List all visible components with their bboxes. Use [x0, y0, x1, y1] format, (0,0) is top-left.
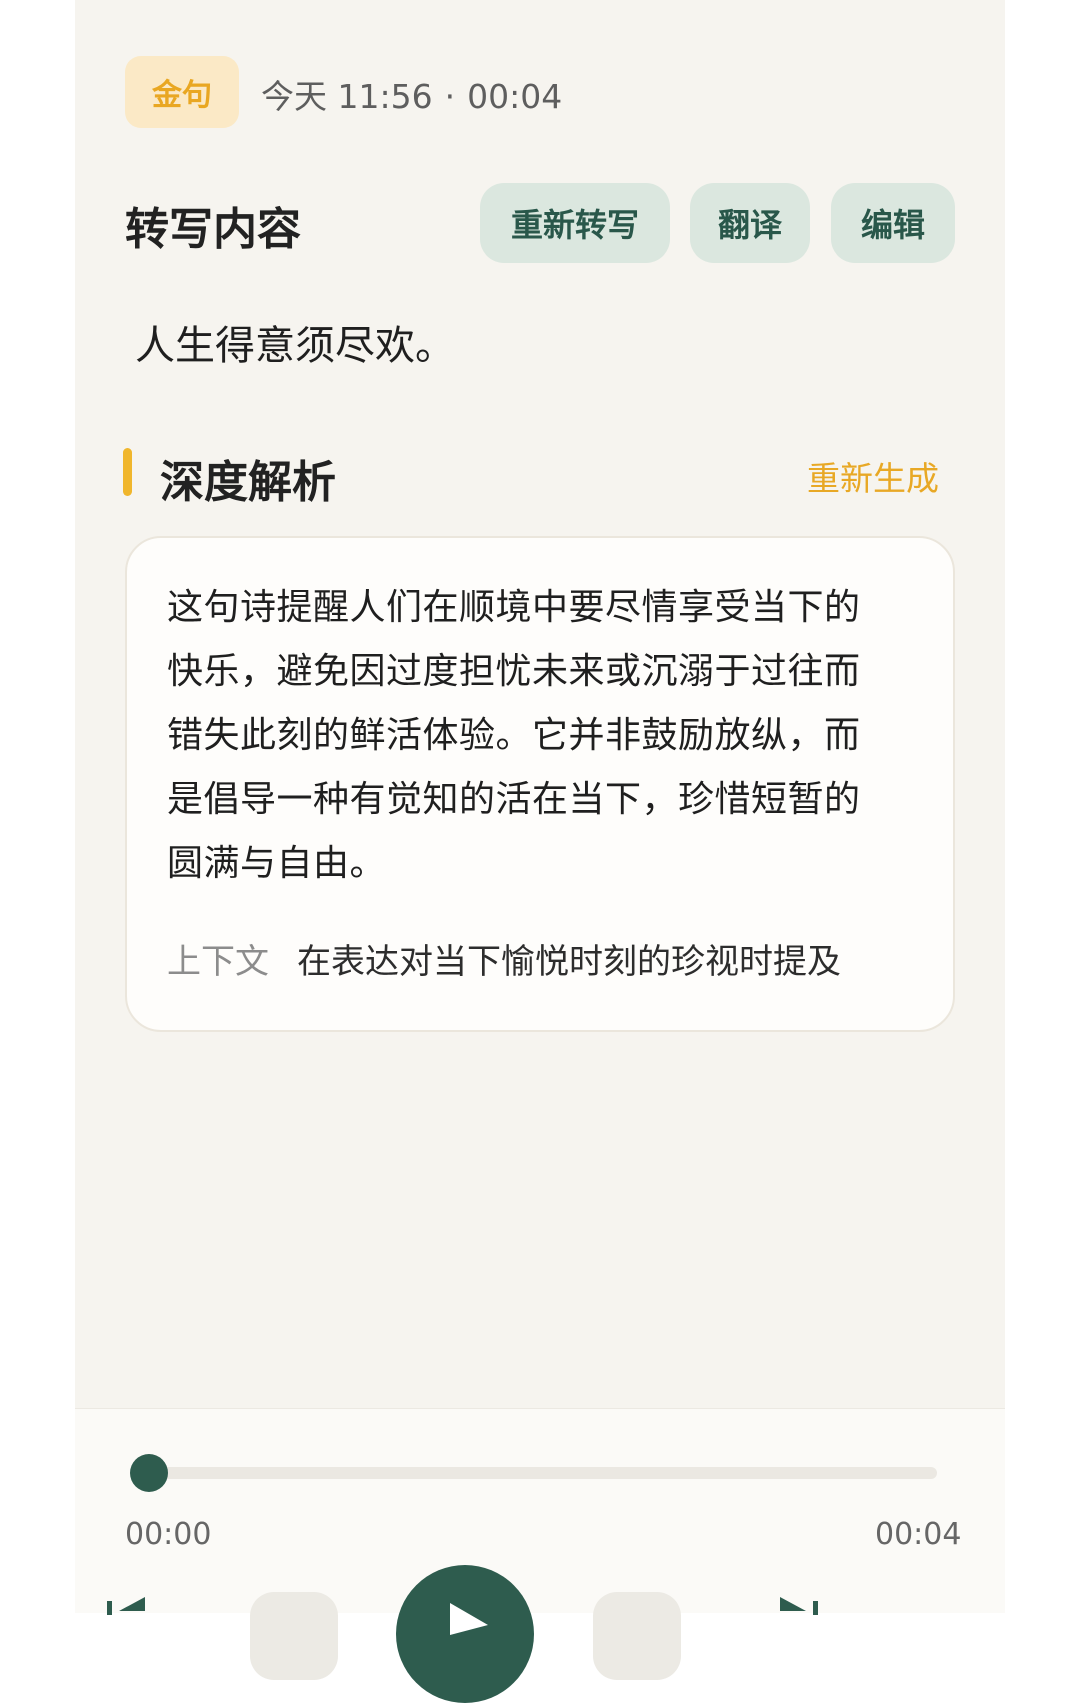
skip-previous-icon[interactable]: [95, 1595, 155, 1615]
transcript-title: 转写内容: [125, 204, 301, 255]
progress-thumb[interactable]: [130, 1454, 168, 1492]
progress-track[interactable]: [147, 1467, 937, 1479]
play-button[interactable]: [396, 1565, 534, 1703]
play-icon: [450, 1603, 488, 1635]
transcript-text: 人生得意须尽欢。: [135, 323, 455, 369]
context-text: 在表达对当下愉悦时刻的珍视时提及: [297, 942, 841, 982]
translate-button[interactable]: 翻译: [690, 183, 810, 263]
analysis-title: 深度解析: [160, 457, 336, 508]
current-time: 00:00: [125, 1517, 212, 1552]
forward-button[interactable]: [593, 1592, 681, 1680]
category-tag[interactable]: 金句: [125, 56, 239, 128]
edit-button[interactable]: 编辑: [831, 183, 955, 263]
meta-separator: ·: [444, 77, 456, 116]
retranscribe-button[interactable]: 重新转写: [480, 183, 670, 263]
recording-date: 今天 11:56: [261, 77, 433, 116]
audio-player: 00:00 00:04: [75, 1408, 1005, 1613]
app-screen: 金句 今天 11:56 · 00:04 转写内容 重新转写 翻译 编辑 人生得意须尽…: [75, 0, 1005, 1613]
recording-duration: 00:04: [467, 77, 563, 116]
total-time: 00:04: [875, 1517, 962, 1552]
regenerate-button[interactable]: 重新生成: [807, 452, 939, 500]
skip-next-icon[interactable]: [770, 1595, 830, 1615]
rewind-button[interactable]: [250, 1592, 338, 1680]
analysis-body: 这句诗提醒人们在顺境中要尽情享受当下的快乐，避免因过度担忧未来或沉溺于过往而错失…: [167, 587, 861, 884]
context-row: 上下文 在表达对当下愉悦时刻的珍视时提及: [167, 934, 927, 983]
section-accent-bar: [123, 448, 132, 496]
recording-meta: 今天 11:56 · 00:04: [261, 70, 562, 118]
analysis-card: 这句诗提醒人们在顺境中要尽情享受当下的快乐，避免因过度担忧未来或沉溺于过往而错失…: [125, 536, 955, 1032]
context-label: 上下文: [167, 942, 269, 982]
